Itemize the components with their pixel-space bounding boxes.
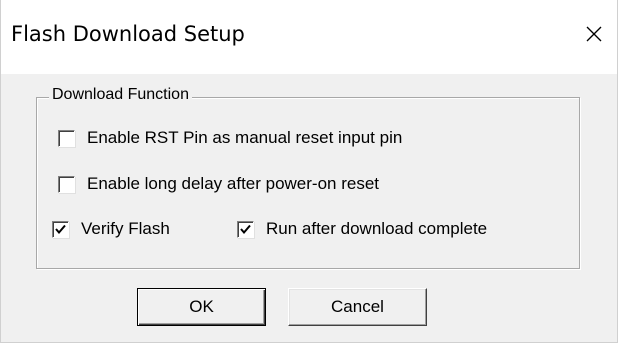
close-button[interactable]: [571, 14, 617, 54]
run-after-download-option[interactable]: Run after download complete: [237, 219, 487, 239]
enable-long-delay-checkbox[interactable]: [58, 175, 75, 193]
enable-rst-pin-option[interactable]: Enable RST Pin as manual reset input pin: [58, 128, 402, 148]
enable-long-delay-option[interactable]: Enable long delay after power-on reset: [58, 174, 379, 194]
window-title: Flash Download Setup: [11, 22, 245, 46]
enable-rst-pin-checkbox[interactable]: [58, 129, 75, 147]
verify-flash-option[interactable]: Verify Flash: [52, 219, 170, 239]
checkmark-icon: [55, 224, 66, 234]
verify-flash-checkbox[interactable]: [52, 220, 69, 238]
enable-long-delay-label[interactable]: Enable long delay after power-on reset: [87, 174, 379, 194]
close-icon: [586, 26, 602, 42]
flash-download-setup-dialog: Flash Download Setup Download Function E…: [0, 0, 618, 343]
enable-rst-pin-label[interactable]: Enable RST Pin as manual reset input pin: [87, 128, 402, 148]
group-legend: Download Function: [49, 86, 192, 104]
verify-flash-label[interactable]: Verify Flash: [81, 219, 170, 239]
cancel-button[interactable]: Cancel: [288, 288, 427, 326]
title-bar: Flash Download Setup: [1, 0, 617, 74]
run-after-download-checkbox[interactable]: [237, 220, 254, 238]
checkmark-icon: [240, 224, 251, 234]
run-after-download-label[interactable]: Run after download complete: [266, 219, 487, 239]
ok-button[interactable]: OK: [137, 288, 266, 326]
